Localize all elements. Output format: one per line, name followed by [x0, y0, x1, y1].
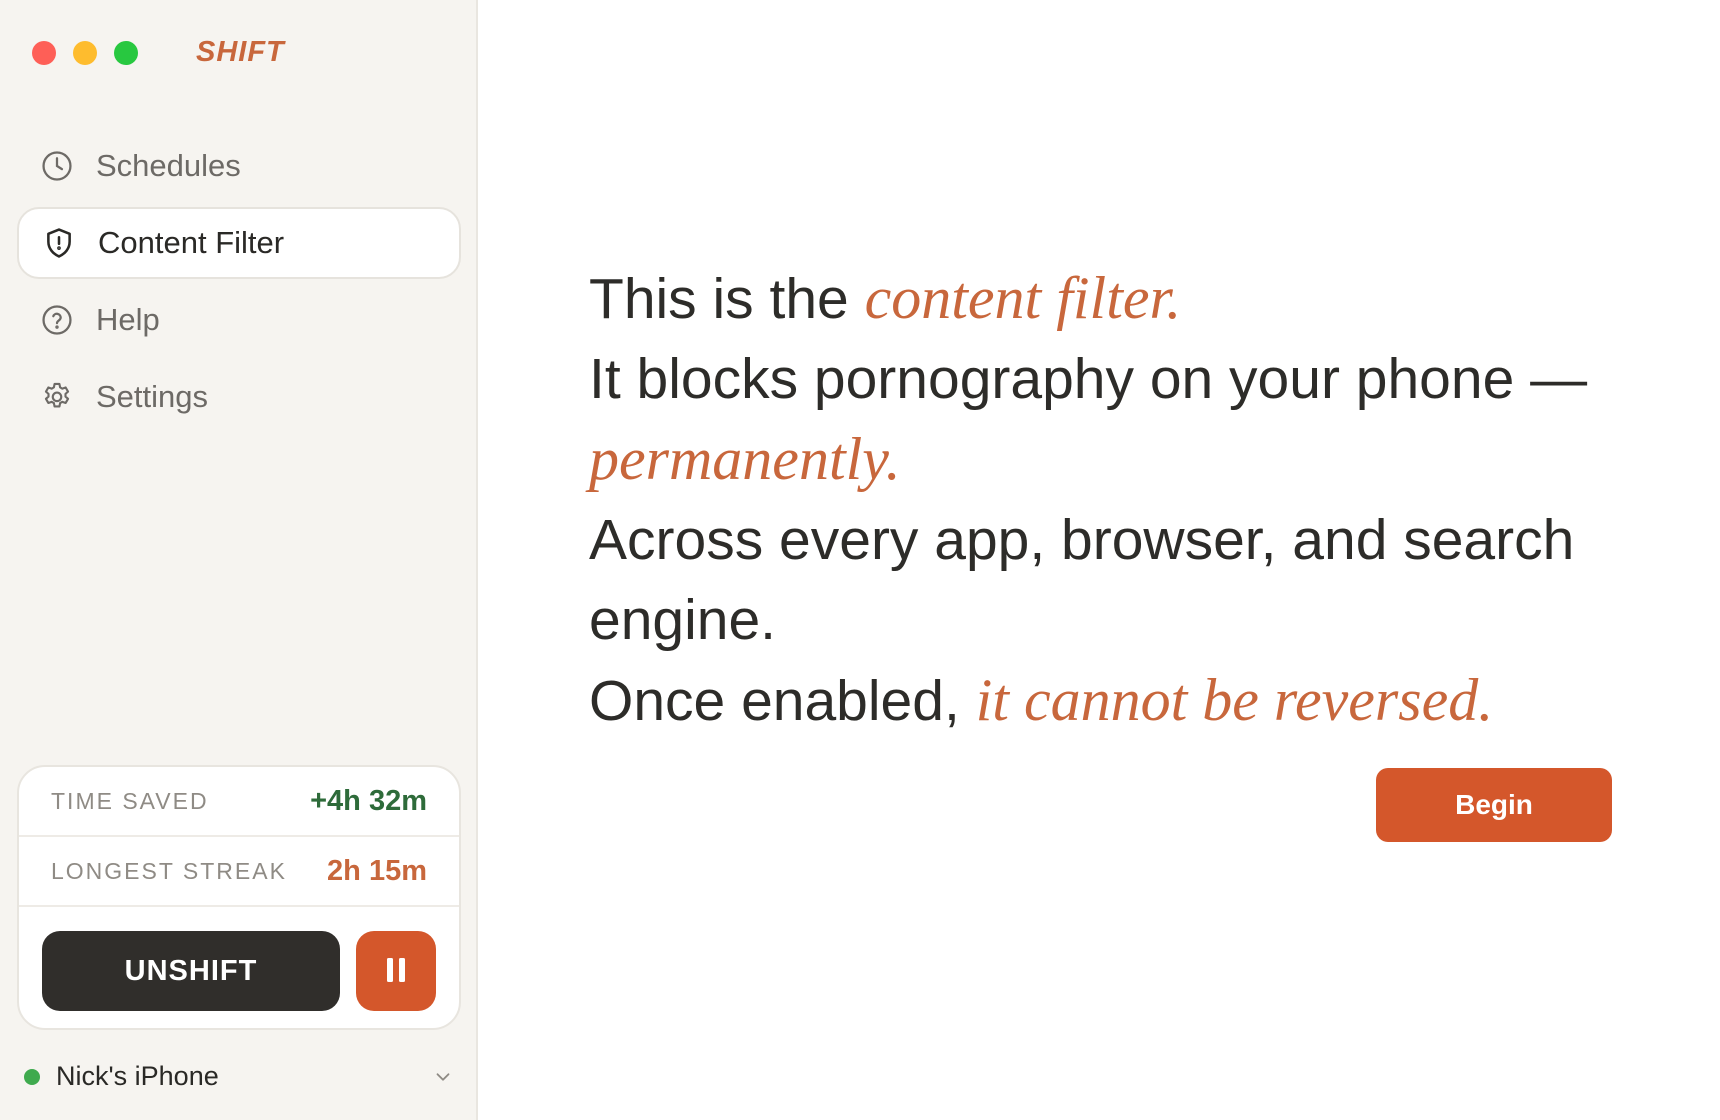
sidebar-item-label: Content Filter: [98, 225, 285, 260]
sidebar-item-help[interactable]: Help: [17, 284, 461, 356]
intro-line-1: This is the content filter.: [589, 258, 1679, 339]
sidebar-item-label: Schedules: [96, 148, 241, 183]
time-saved-label: TIME SAVED: [51, 787, 209, 814]
stats-actions: UNSHIFT: [19, 907, 459, 1011]
begin-button[interactable]: Begin: [1376, 768, 1612, 842]
minimize-window-button[interactable]: [73, 41, 97, 65]
intro-line-4-accent: it cannot be reversed.: [975, 667, 1494, 733]
sidebar-nav: Schedules Content Filter Help Settings: [17, 130, 461, 438]
device-selector[interactable]: Nick's iPhone: [24, 1061, 454, 1092]
intro-copy: This is the content filter. It blocks po…: [589, 258, 1679, 741]
time-saved-value: +4h 32m: [310, 784, 427, 817]
intro-line-4: Once enabled, it cannot be reversed.: [589, 660, 1679, 741]
longest-streak-row: LONGEST STREAK 2h 15m: [19, 837, 459, 907]
sidebar-item-content-filter[interactable]: Content Filter: [17, 207, 461, 279]
gear-icon: [40, 380, 74, 414]
sidebar-item-label: Settings: [96, 379, 209, 414]
zoom-window-button[interactable]: [114, 41, 138, 65]
device-name: Nick's iPhone: [56, 1061, 219, 1091]
time-saved-row: TIME SAVED +4h 32m: [19, 767, 459, 837]
intro-line-4-text: Once enabled,: [589, 669, 976, 733]
pause-icon: [384, 956, 408, 987]
sidebar-item-label: Help: [96, 302, 160, 337]
clock-icon: [40, 149, 74, 183]
app-logo: SHIFT: [196, 36, 285, 68]
device-status-dot: [24, 1068, 40, 1085]
window-controls: [32, 41, 138, 65]
intro-line-2-text: It blocks pornography on your phone —: [589, 347, 1588, 411]
stats-card: TIME SAVED +4h 32m LONGEST STREAK 2h 15m…: [17, 765, 461, 1030]
intro-line-2-accent: permanently.: [589, 426, 901, 492]
chevron-down-icon: [432, 1066, 454, 1088]
shield-alert-icon: [42, 226, 76, 260]
intro-line-1-text: This is the: [589, 267, 865, 331]
intro-line-1-accent: content filter.: [864, 265, 1182, 331]
longest-streak-label: LONGEST STREAK: [51, 857, 287, 884]
intro-line-3: Across every app, browser, and search en…: [589, 508, 1575, 652]
help-circle-icon: [40, 303, 74, 337]
sidebar-item-schedules[interactable]: Schedules: [17, 130, 461, 202]
unshift-button[interactable]: UNSHIFT: [42, 931, 340, 1011]
sidebar-item-settings[interactable]: Settings: [17, 361, 461, 433]
sidebar: SHIFT Schedules Content Filter Help Sett…: [0, 0, 478, 1120]
main-content: This is the content filter. It blocks po…: [478, 0, 1720, 1120]
app-window: SHIFT Schedules Content Filter Help Sett…: [0, 0, 1720, 1120]
pause-button[interactable]: [356, 931, 436, 1011]
intro-line-2: It blocks pornography on your phone — per…: [589, 339, 1679, 500]
longest-streak-value: 2h 15m: [327, 854, 427, 887]
close-window-button[interactable]: [32, 41, 56, 65]
